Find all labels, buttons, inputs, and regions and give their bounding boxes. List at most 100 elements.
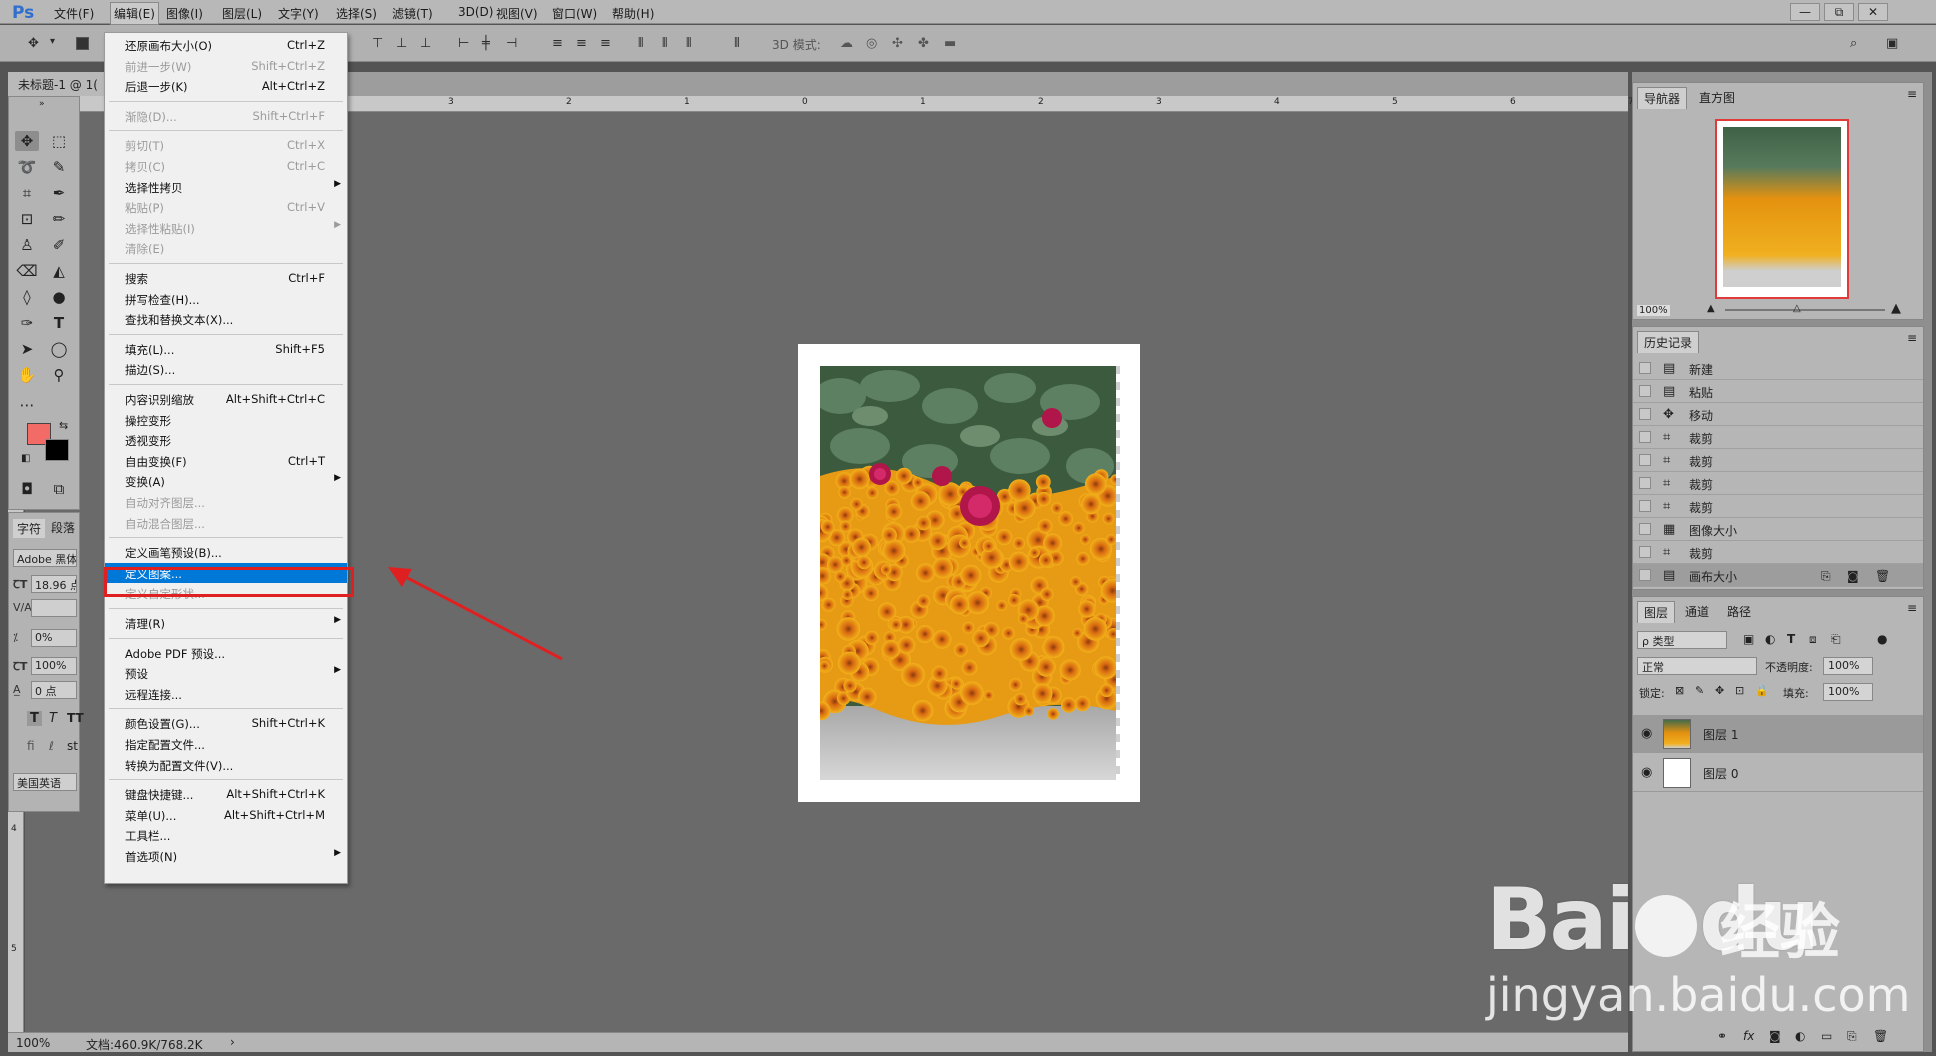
history-item[interactable]: ▤ 新建 bbox=[1633, 357, 1923, 380]
filter-toggle-icon[interactable]: ● bbox=[1877, 632, 1887, 646]
filter-shape-icon[interactable]: ⧈ bbox=[1809, 632, 1817, 647]
menu-2[interactable]: 编辑(E) bbox=[110, 2, 159, 25]
flower-photo[interactable] bbox=[820, 366, 1116, 780]
align-top-icon[interactable]: ⊤ bbox=[372, 36, 383, 51]
align-vcenter-icon[interactable]: ⊥ bbox=[396, 36, 407, 51]
edit-menu-item[interactable]: 工具栏... bbox=[105, 825, 347, 845]
tab-paragraph[interactable]: 段落 bbox=[51, 519, 75, 536]
edit-menu-item[interactable]: 变换(A) ▶ bbox=[105, 471, 347, 491]
kerning-field[interactable] bbox=[31, 599, 77, 617]
tab-navigator[interactable]: 导航器 bbox=[1637, 87, 1688, 109]
edit-menu-item[interactable]: 清除(E) bbox=[105, 238, 347, 258]
edit-menu-item[interactable]: 剪切(T) Ctrl+X bbox=[105, 135, 347, 155]
faux-bold-button[interactable]: T bbox=[27, 711, 42, 726]
edit-menu-item[interactable]: 操控变形 bbox=[105, 410, 347, 430]
delete-layer-icon[interactable]: 🗑 bbox=[1873, 1029, 1888, 1043]
3d-orbit-icon[interactable]: ☁ bbox=[840, 36, 853, 51]
marquee-tool-icon[interactable]: ⬚ bbox=[47, 131, 71, 151]
edit-menu-item[interactable]: 拷贝(C) Ctrl+C bbox=[105, 156, 347, 176]
snapshot-icon[interactable]: ◙ bbox=[1847, 569, 1859, 583]
edit-menu-item[interactable]: 拼写检查(H)... bbox=[105, 289, 347, 309]
distribute-right-icon[interactable]: ⫴ bbox=[686, 36, 691, 51]
filter-type-icon[interactable]: T bbox=[1787, 632, 1795, 646]
bucket-tool-icon[interactable]: ◭ bbox=[47, 261, 71, 281]
history-item[interactable]: ✥ 移动 bbox=[1633, 403, 1923, 426]
history-source-checkbox[interactable] bbox=[1639, 569, 1651, 581]
edit-menu-item[interactable]: 转换为配置文件(V)... bbox=[105, 755, 347, 775]
filter-adjust-icon[interactable]: ◐ bbox=[1765, 632, 1775, 646]
history-item[interactable]: ⌗ 裁剪 bbox=[1633, 472, 1923, 495]
edit-menu-item[interactable]: 远程连接... bbox=[105, 684, 347, 704]
edit-menu-item[interactable]: 查找和替换文本(X)... bbox=[105, 309, 347, 329]
tab-histogram[interactable]: 直方图 bbox=[1693, 87, 1741, 108]
edit-menu-item[interactable]: 透视变形 bbox=[105, 430, 347, 450]
tracking-field[interactable]: 0% bbox=[31, 629, 77, 647]
distribute-hcenter-icon[interactable]: ⫴ bbox=[662, 36, 667, 51]
minimize-button[interactable]: — bbox=[1790, 3, 1820, 21]
all-caps-button[interactable]: TT bbox=[67, 711, 84, 725]
fill-field[interactable]: 100% bbox=[1823, 683, 1873, 701]
3d-pan-icon[interactable]: ✣ bbox=[892, 36, 903, 51]
layer-filter-select[interactable]: ρ 类型 bbox=[1637, 631, 1727, 649]
fx-icon[interactable]: fx bbox=[1743, 1029, 1754, 1043]
background-color[interactable] bbox=[45, 439, 69, 461]
lock-position-icon[interactable]: ✥ bbox=[1715, 684, 1724, 697]
edit-menu-item[interactable]: 粘贴(P) Ctrl+V bbox=[105, 197, 347, 217]
align-hcenter-icon[interactable]: ╪ bbox=[482, 36, 490, 51]
quick-mask-icon[interactable]: ◘ bbox=[15, 479, 39, 499]
eyedropper-tool-icon[interactable]: ✒ bbox=[47, 183, 71, 203]
lock-artboard-icon[interactable]: ⊡ bbox=[1735, 684, 1744, 697]
zoom-slider[interactable] bbox=[1725, 309, 1885, 311]
history-source-checkbox[interactable] bbox=[1639, 477, 1651, 489]
history-source-checkbox[interactable] bbox=[1639, 523, 1651, 535]
lock-pixels-icon[interactable]: ✎ bbox=[1695, 684, 1704, 697]
filter-pixel-icon[interactable]: ▣ bbox=[1743, 632, 1754, 646]
navigator-thumbnail[interactable] bbox=[1715, 119, 1849, 299]
blur-tool-icon[interactable]: ◊ bbox=[15, 287, 39, 307]
edit-menu-item[interactable]: 自动混合图层... bbox=[105, 513, 347, 533]
edit-menu-item[interactable]: 填充(L)... Shift+F5 bbox=[105, 339, 347, 359]
layer-row[interactable]: ◉ 图层 0 bbox=[1633, 754, 1923, 792]
eye-icon[interactable]: ◉ bbox=[1641, 726, 1652, 741]
auto-align-icon[interactable]: ⦀ bbox=[734, 36, 740, 51]
layer-row[interactable]: ◉ 图层 1 bbox=[1633, 715, 1923, 753]
filter-smart-icon[interactable]: ⎗ bbox=[1831, 632, 1841, 647]
zoom-tool-icon[interactable]: ⚲ bbox=[47, 365, 71, 385]
edit-menu-item[interactable]: 菜单(U)... Alt+Shift+Ctrl+M bbox=[105, 805, 347, 825]
chevron-right-icon[interactable]: › bbox=[230, 1035, 235, 1049]
adjustment-icon[interactable]: ◐ bbox=[1795, 1029, 1805, 1043]
distribute-left-icon[interactable]: ⫴ bbox=[638, 36, 643, 51]
faux-italic-button[interactable]: T bbox=[49, 711, 57, 726]
edit-menu-item[interactable]: 键盘快捷键... Alt+Shift+Ctrl+K bbox=[105, 784, 347, 804]
close-button[interactable]: ✕ bbox=[1858, 3, 1888, 21]
font-family-field[interactable]: Adobe 黑体 Std bbox=[13, 549, 77, 567]
search-icon[interactable]: ⌕ bbox=[1850, 36, 1857, 51]
history-source-checkbox[interactable] bbox=[1639, 431, 1651, 443]
ellipse-tool-icon[interactable]: ◯ bbox=[47, 339, 71, 359]
pen-tool-icon[interactable]: ✑ bbox=[15, 313, 39, 333]
edit-menu-item[interactable]: 定义画笔预设(B)... bbox=[105, 542, 347, 562]
new-document-from-state-icon[interactable]: ⎘ bbox=[1821, 569, 1831, 584]
language-field[interactable]: 美国英语 bbox=[13, 773, 77, 791]
menu-4[interactable]: 图层(L) bbox=[222, 5, 262, 22]
edit-menu-item[interactable]: Adobe PDF 预设... bbox=[105, 643, 347, 663]
collapse-icon[interactable]: » bbox=[39, 99, 45, 109]
move-tool-icon[interactable]: ✥ bbox=[28, 36, 39, 51]
tab-layers[interactable]: 图层 bbox=[1637, 601, 1676, 623]
edit-menu-item[interactable]: 内容识别缩放 Alt+Shift+Ctrl+C bbox=[105, 389, 347, 409]
menu-3[interactable]: 图像(I) bbox=[166, 5, 203, 22]
tab-character[interactable]: 字符 bbox=[13, 519, 46, 538]
edit-menu-item[interactable]: 指定配置文件... bbox=[105, 734, 347, 754]
path-select-icon[interactable]: ➤ bbox=[15, 339, 39, 359]
edit-menu-item[interactable]: 选择性拷贝 ▶ bbox=[105, 177, 347, 197]
distribute-vcenter-icon[interactable]: ≡ bbox=[576, 36, 587, 51]
eye-icon[interactable]: ◉ bbox=[1641, 765, 1652, 780]
stamp-tool-icon[interactable]: ♙ bbox=[15, 235, 39, 255]
baseline-field[interactable]: 0 点 bbox=[31, 681, 77, 699]
move-tool-icon[interactable]: ✥ bbox=[15, 131, 39, 151]
history-item[interactable]: ⌗ 裁剪 bbox=[1633, 495, 1923, 518]
edit-menu-item[interactable]: 描边(S)... bbox=[105, 359, 347, 379]
more-tools-icon[interactable]: ⋯ bbox=[15, 395, 39, 415]
edit-menu-item[interactable]: 预设 ▶ bbox=[105, 663, 347, 683]
zoom-readout[interactable]: 100% bbox=[16, 1036, 50, 1050]
